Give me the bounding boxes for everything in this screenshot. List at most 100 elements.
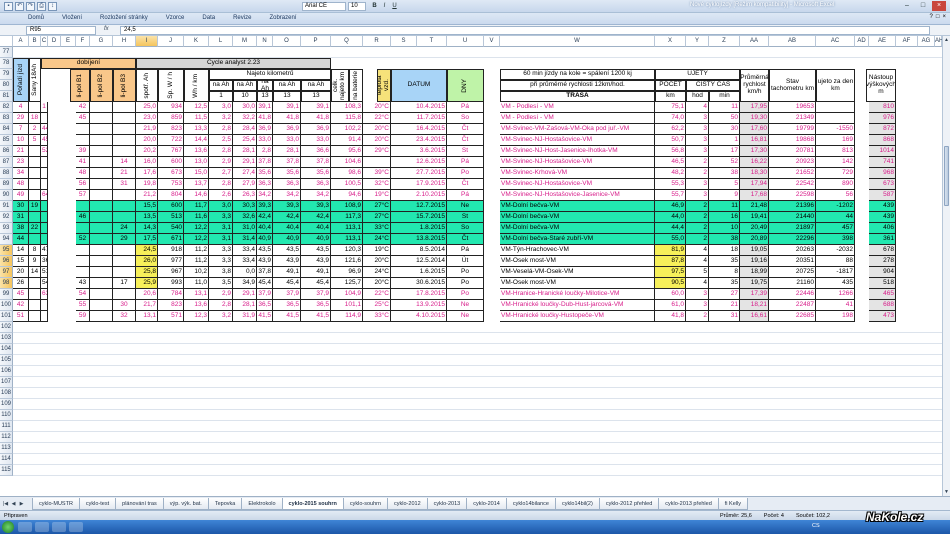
cell-ab[interactable]: 22542 xyxy=(769,179,816,190)
cell-m[interactable]: 32,2 xyxy=(233,113,257,124)
cell-u[interactable]: St xyxy=(447,212,484,223)
cell-ac[interactable]: 457 xyxy=(816,223,855,234)
cell-g[interactable] xyxy=(90,256,113,267)
cell-s[interactable]: 4.10.2015 xyxy=(391,311,447,322)
cell-a[interactable]: 30 xyxy=(13,201,29,212)
cell-w[interactable]: VM - Podlesí - VM xyxy=(500,102,655,113)
cell-ae[interactable]: 278 xyxy=(869,256,896,267)
cell-a[interactable]: 10 xyxy=(13,135,29,146)
cell-aa[interactable]: 17,95 xyxy=(740,102,769,113)
first-sheet-icon[interactable]: |◀ xyxy=(2,500,9,508)
cell-aa[interactable]: 18,21 xyxy=(740,300,769,311)
ribbon-tab[interactable]: Data xyxy=(202,15,215,21)
sort-icon[interactable]: ↕ xyxy=(48,2,57,11)
cell-z[interactable]: 18 xyxy=(709,245,740,256)
cell-s[interactable]: 17.9.2015 xyxy=(391,179,447,190)
column-header-f[interactable]: F xyxy=(76,36,90,47)
cell-r[interactable]: 22°C xyxy=(363,113,391,124)
cell-h[interactable]: 31 xyxy=(113,179,136,190)
cell-x[interactable]: 56,8 xyxy=(655,146,686,157)
cell-ae[interactable]: 688 xyxy=(869,300,896,311)
cell-g[interactable] xyxy=(90,201,113,212)
cell-o[interactable]: 45,4 xyxy=(273,278,301,289)
cell-b[interactable]: 5 xyxy=(29,135,41,146)
cell-h[interactable]: 29 xyxy=(113,234,136,245)
cell-ae[interactable]: 976 xyxy=(869,113,896,124)
cell-m[interactable]: 0,0 xyxy=(233,267,257,278)
cell-p[interactable]: 36,3 xyxy=(301,179,331,190)
row-header[interactable]: 109 xyxy=(0,399,13,410)
cell-ab[interactable]: 20781 xyxy=(769,146,816,157)
cell-o[interactable]: 39,3 xyxy=(273,201,301,212)
column-header-k[interactable]: K xyxy=(184,36,209,47)
cell-ac[interactable] xyxy=(816,102,855,113)
cell-b[interactable] xyxy=(29,179,41,190)
underline-icon[interactable]: U xyxy=(390,2,399,11)
cell-p[interactable]: 37,9 xyxy=(301,289,331,300)
cell-aa[interactable]: 18,30 xyxy=(740,168,769,179)
cell-n[interactable]: 43,5 xyxy=(257,245,273,256)
cell-m[interactable]: 29,1 xyxy=(233,157,257,168)
cell-ab[interactable]: 19868 xyxy=(769,135,816,146)
row-header[interactable]: 81 xyxy=(0,91,13,102)
cell-ac[interactable]: 398 xyxy=(816,234,855,245)
cell-z[interactable]: 38 xyxy=(709,168,740,179)
cell-p[interactable]: 36,9 xyxy=(301,124,331,135)
cell-z[interactable]: 11 xyxy=(709,102,740,113)
cell-p[interactable]: 40,9 xyxy=(301,234,331,245)
cell-q[interactable]: 121,6 xyxy=(331,256,363,267)
cell-s[interactable]: 30.6.2015 xyxy=(391,278,447,289)
cell-x[interactable]: 75,1 xyxy=(655,102,686,113)
cell-p[interactable]: 34,2 xyxy=(301,190,331,201)
cell-y[interactable]: 3 xyxy=(686,300,709,311)
cell-p[interactable]: 49,1 xyxy=(301,267,331,278)
cell-j[interactable]: 823 xyxy=(158,124,184,135)
cell-y[interactable]: 4 xyxy=(686,102,709,113)
cell-b[interactable]: 18 xyxy=(29,113,41,124)
cell-b[interactable] xyxy=(29,278,41,289)
font-size-box[interactable]: 10 xyxy=(348,2,366,11)
column-header-ab[interactable]: AB xyxy=(769,36,816,47)
cell-z[interactable]: 50 xyxy=(709,113,740,124)
cell-a[interactable]: 42 xyxy=(13,300,29,311)
cell-s[interactable]: 16.4.2015 xyxy=(391,124,447,135)
cell-p[interactable]: 45,4 xyxy=(301,278,331,289)
cell-ab[interactable]: 20351 xyxy=(769,256,816,267)
cell-i[interactable]: 16,0 xyxy=(136,157,158,168)
cell-u[interactable]: Čt xyxy=(447,124,484,135)
sheet-tab[interactable]: cyklo-2014 xyxy=(466,498,507,510)
cell-r[interactable]: 24°C xyxy=(363,267,391,278)
cell-s[interactable]: 10.4.2015 xyxy=(391,102,447,113)
cell-o[interactable]: 36,5 xyxy=(273,300,301,311)
cell-q[interactable]: 94,6 xyxy=(331,190,363,201)
cell-i[interactable]: 25,0 xyxy=(136,102,158,113)
cell-f[interactable] xyxy=(76,135,90,146)
cell-k[interactable]: 14,6 xyxy=(184,190,209,201)
cell-g[interactable] xyxy=(90,146,113,157)
cell-p[interactable]: 39,3 xyxy=(301,201,331,212)
cell-q[interactable]: 100,5 xyxy=(331,179,363,190)
cell-ae[interactable]: 439 xyxy=(869,201,896,212)
cell-ab[interactable]: 19653 xyxy=(769,102,816,113)
cell-ac[interactable]: -1550 xyxy=(816,124,855,135)
cell-j[interactable]: 513 xyxy=(158,212,184,223)
cell-aa[interactable]: 16,81 xyxy=(740,135,769,146)
cell-k[interactable]: 11,2 xyxy=(184,256,209,267)
cell-n[interactable]: 33,0 xyxy=(257,135,273,146)
cell-l[interactable]: 3,3 xyxy=(209,212,233,223)
cell-u[interactable]: Ne xyxy=(447,311,484,322)
column-header-ah[interactable]: AH xyxy=(935,36,942,47)
cell-o[interactable]: 43,9 xyxy=(273,256,301,267)
help-icon[interactable]: ? xyxy=(930,14,933,20)
cell-j[interactable]: 671 xyxy=(158,234,184,245)
formula-input[interactable]: 24,5 xyxy=(120,26,930,35)
cell-j[interactable]: 804 xyxy=(158,190,184,201)
cell-ab[interactable]: 22487 xyxy=(769,300,816,311)
cell-o[interactable]: 41,8 xyxy=(273,113,301,124)
cell-u[interactable]: St xyxy=(447,146,484,157)
cell-k[interactable]: 10,2 xyxy=(184,267,209,278)
cell-b[interactable] xyxy=(29,157,41,168)
cell-ac[interactable]: 729 xyxy=(816,168,855,179)
row-header[interactable]: 79 xyxy=(0,69,13,80)
cell-x[interactable]: 55,7 xyxy=(655,190,686,201)
